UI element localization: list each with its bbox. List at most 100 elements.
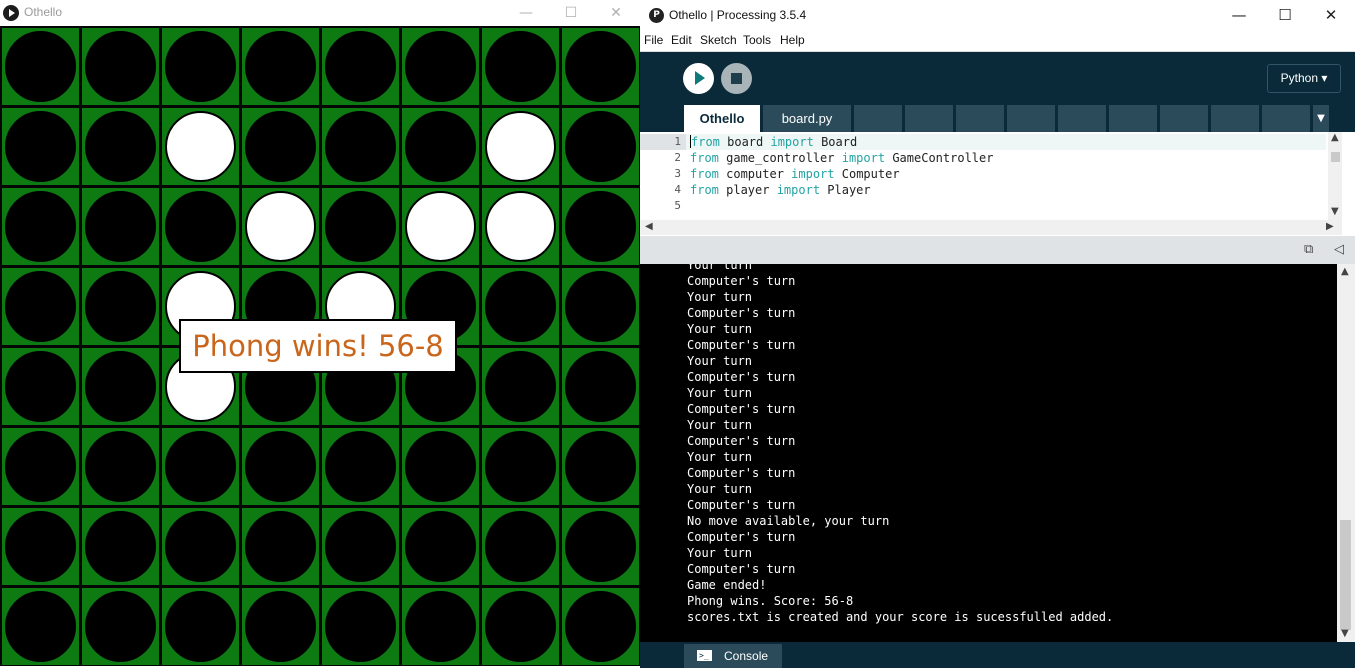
board-cell[interactable] xyxy=(82,588,159,665)
scroll-down-icon[interactable]: ▼ xyxy=(1331,206,1339,217)
board-cell[interactable] xyxy=(82,348,159,425)
minimize-icon[interactable]: — xyxy=(503,0,549,26)
tab-othello[interactable]: Othello xyxy=(684,105,760,132)
board-cell[interactable] xyxy=(482,268,559,345)
tab-empty[interactable] xyxy=(1109,105,1157,132)
board-cell[interactable] xyxy=(402,508,479,585)
board-cell[interactable] xyxy=(242,188,319,265)
menu-help[interactable]: Help xyxy=(780,33,805,47)
code-line[interactable]: from game_controller import GameControll… xyxy=(690,150,993,166)
run-button[interactable] xyxy=(683,63,714,94)
board-cell[interactable] xyxy=(82,188,159,265)
board-cell[interactable] xyxy=(82,108,159,185)
board-cell[interactable] xyxy=(242,108,319,185)
board-cell[interactable] xyxy=(482,108,559,185)
menu-file[interactable]: File xyxy=(644,33,663,47)
tab-empty[interactable] xyxy=(905,105,953,132)
menu-tools[interactable]: Tools xyxy=(743,33,771,47)
board-cell[interactable] xyxy=(482,348,559,425)
tab-empty[interactable] xyxy=(1160,105,1208,132)
board-cell[interactable] xyxy=(242,508,319,585)
board-cell[interactable] xyxy=(2,348,79,425)
scrollbar-thumb[interactable] xyxy=(1331,152,1340,162)
board-cell[interactable] xyxy=(322,188,399,265)
board-cell[interactable] xyxy=(162,508,239,585)
board-cell[interactable] xyxy=(482,428,559,505)
tab-board-py[interactable]: board.py xyxy=(763,105,851,132)
board-cell[interactable] xyxy=(242,428,319,505)
board-cell[interactable] xyxy=(562,348,639,425)
board-cell[interactable] xyxy=(562,268,639,345)
board-cell[interactable] xyxy=(82,508,159,585)
stop-button[interactable] xyxy=(721,63,752,94)
board-cell[interactable] xyxy=(562,428,639,505)
board-cell[interactable] xyxy=(402,28,479,105)
board-cell[interactable] xyxy=(562,508,639,585)
tab-empty[interactable] xyxy=(1211,105,1259,132)
close-icon[interactable]: ✕ xyxy=(1308,0,1354,31)
board-cell[interactable] xyxy=(322,28,399,105)
tab-empty[interactable] xyxy=(956,105,1004,132)
board-cell[interactable] xyxy=(2,508,79,585)
code-line[interactable]: from computer import Computer xyxy=(690,166,900,182)
tab-menu-chevron-icon[interactable]: ▼ xyxy=(1313,105,1329,132)
scrollbar-thumb[interactable] xyxy=(1340,520,1351,630)
board-cell[interactable] xyxy=(2,428,79,505)
board-cell[interactable] xyxy=(322,588,399,665)
board-cell[interactable] xyxy=(82,268,159,345)
board-cell[interactable] xyxy=(322,508,399,585)
board-cell[interactable] xyxy=(2,108,79,185)
ide-titlebar[interactable]: P Othello | Processing 3.5.4 — ☐ ✕ xyxy=(640,0,1355,31)
board-cell[interactable] xyxy=(162,428,239,505)
board-cell[interactable] xyxy=(402,428,479,505)
board-cell[interactable] xyxy=(482,28,559,105)
code-editor[interactable]: 1 2 3 4 5 from board import Board from g… xyxy=(640,132,1355,220)
code-line[interactable]: from player import Player xyxy=(690,182,871,198)
board-cell[interactable] xyxy=(322,108,399,185)
menu-sketch[interactable]: Sketch xyxy=(700,33,737,47)
board-cell[interactable] xyxy=(402,108,479,185)
tab-empty[interactable] xyxy=(1058,105,1106,132)
menu-edit[interactable]: Edit xyxy=(671,33,692,47)
maximize-icon[interactable]: ☐ xyxy=(1262,0,1308,31)
board-cell[interactable] xyxy=(562,108,639,185)
scroll-right-icon[interactable]: ▶ xyxy=(1326,221,1334,232)
editor-horizontal-scrollbar[interactable]: ◀ ▶ xyxy=(640,220,1342,235)
scroll-up-icon[interactable]: ▲ xyxy=(1341,266,1349,277)
scroll-up-icon[interactable]: ▲ xyxy=(1331,132,1339,143)
console-tab[interactable]: >_ Console xyxy=(684,644,782,668)
sketch-titlebar[interactable]: Othello — ☐ ✕ xyxy=(0,0,640,26)
scroll-left-icon[interactable]: ◀ xyxy=(645,221,653,232)
board-cell[interactable] xyxy=(562,28,639,105)
tab-empty[interactable] xyxy=(1262,105,1310,132)
board-cell[interactable] xyxy=(402,188,479,265)
mode-selector[interactable]: Python ▾ xyxy=(1267,64,1341,93)
code-line[interactable]: from board import Board xyxy=(686,134,1326,150)
minimize-icon[interactable]: — xyxy=(1216,0,1262,31)
board-cell[interactable] xyxy=(482,508,559,585)
board-cell[interactable] xyxy=(162,588,239,665)
tab-empty[interactable] xyxy=(1007,105,1055,132)
scroll-down-icon[interactable]: ▼ xyxy=(1341,628,1349,639)
tab-empty[interactable] xyxy=(854,105,902,132)
board-cell[interactable] xyxy=(2,588,79,665)
close-icon[interactable]: ✕ xyxy=(593,0,639,26)
console-output[interactable]: Your turn Computer's turn Your turn Compute… xyxy=(640,264,1337,642)
board-cell[interactable] xyxy=(2,268,79,345)
board-cell[interactable] xyxy=(2,188,79,265)
board-cell[interactable] xyxy=(482,588,559,665)
copy-console-icon[interactable]: ⧉ xyxy=(1304,242,1313,257)
board-cell[interactable] xyxy=(82,28,159,105)
board-cell[interactable] xyxy=(402,588,479,665)
console-vertical-scrollbar[interactable]: ▲ ▼ xyxy=(1337,264,1355,642)
board-cell[interactable] xyxy=(2,28,79,105)
board-cell[interactable] xyxy=(82,428,159,505)
board-cell[interactable] xyxy=(322,428,399,505)
board-cell[interactable] xyxy=(162,28,239,105)
collapse-console-icon[interactable]: ◁ xyxy=(1334,242,1344,257)
editor-vertical-scrollbar[interactable]: ▲ ▼ xyxy=(1328,132,1342,220)
board-cell[interactable] xyxy=(162,188,239,265)
board-cell[interactable] xyxy=(162,108,239,185)
maximize-icon[interactable]: ☐ xyxy=(548,0,594,26)
board-cell[interactable] xyxy=(482,188,559,265)
